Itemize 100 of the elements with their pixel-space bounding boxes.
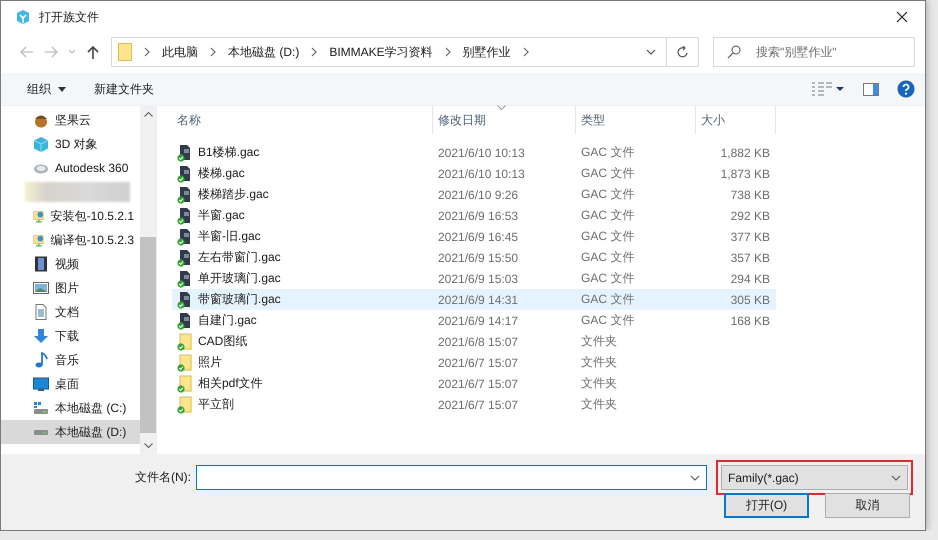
- folder-icon: [177, 374, 193, 392]
- column-header[interactable]: 修改日期: [433, 106, 576, 134]
- nav-item[interactable]: 桌面: [1, 372, 140, 396]
- file-name: 左右带窗门.gac: [198, 249, 281, 266]
- file-name: 半窗-旧.gac: [198, 228, 261, 245]
- nav-item[interactable]: 下载: [1, 324, 140, 348]
- gac-file-icon: [177, 248, 193, 266]
- gac-file-icon: [177, 270, 193, 288]
- modified-date: 2021/6/9 15:50: [437, 250, 520, 264]
- chevron-down-icon: [68, 49, 76, 55]
- file-row[interactable]: 半窗-旧.gac 2021/6/9 16:45 GAC 文件 377 KB: [172, 226, 776, 247]
- nav-item[interactable]: 文档: [1, 300, 140, 324]
- toolbar-button[interactable]: 组织: [17, 76, 76, 102]
- nav-item[interactable]: 本地磁盘 (C:): [1, 396, 140, 420]
- breadcrumb[interactable]: 别墅作业: [462, 44, 511, 60]
- search-field[interactable]: 搜索"别墅作业": [713, 37, 915, 67]
- film-strip-icon: [33, 256, 49, 272]
- file-name: 平立剖: [198, 396, 234, 413]
- nav-item[interactable]: 3D 对象: [1, 132, 140, 156]
- forward-arrow-icon: [44, 46, 58, 58]
- modified-date: 2021/6/9 16:53: [437, 208, 520, 222]
- file-type: 文件夹: [580, 333, 618, 350]
- file-name: 楼梯.gac: [198, 165, 245, 182]
- file-type: 文件夹: [580, 354, 618, 371]
- breadcrumb[interactable]: BIMMAKE学习资料: [329, 44, 433, 60]
- down-arrow-icon: [33, 328, 49, 344]
- file-row[interactable]: 单开玻璃门.gac 2021/6/9 15:03 GAC 文件 294 KB: [172, 268, 776, 289]
- chevron-right-icon: [142, 47, 152, 57]
- view-options-icon[interactable]: [811, 82, 845, 96]
- file-name: 半窗.gac: [198, 207, 245, 224]
- help-icon[interactable]: [897, 80, 915, 98]
- column-header[interactable]: 类型: [576, 106, 696, 134]
- file-name: CAD图纸: [198, 333, 248, 350]
- modified-date: 2021/6/7 15:07: [437, 398, 520, 412]
- file-type: GAC 文件: [580, 249, 636, 266]
- folder-icon: [118, 43, 132, 61]
- gac-file-icon: [177, 206, 193, 224]
- modified-date: 2021/6/7 15:07: [437, 356, 520, 370]
- file-row[interactable]: 带窗玻璃门.gac 2021/6/9 14:31 GAC 文件 305 KB: [172, 289, 776, 310]
- chevron-down-icon: [646, 49, 656, 55]
- back-arrow-icon: [20, 46, 34, 58]
- modified-date: 2021/6/9 15:03: [437, 272, 520, 286]
- nav-item[interactable]: 坚果云: [1, 108, 140, 132]
- file-size: 294 KB: [730, 272, 771, 286]
- file-type-dropdown[interactable]: Family(*.gac): [721, 465, 908, 490]
- modified-date: 2021/6/9 14:17: [437, 314, 520, 328]
- toolbar-button[interactable]: 新建文件夹: [84, 76, 164, 102]
- file-size: 168 KB: [730, 314, 771, 328]
- scrollbar[interactable]: [140, 106, 156, 454]
- file-row[interactable]: 照片 2021/6/7 15:07 文件夹: [172, 352, 776, 373]
- nav-item[interactable]: 视频: [1, 252, 140, 276]
- file-row[interactable]: 楼梯.gac 2021/6/10 10:13 GAC 文件 1,873 KB: [172, 163, 776, 184]
- gac-file-icon: [177, 228, 193, 246]
- file-row[interactable]: 楼梯踏步.gac 2021/6/10 9:26 GAC 文件 738 KB: [172, 184, 776, 205]
- nav-item[interactable]: 图片: [1, 276, 140, 300]
- preview-pane-icon[interactable]: [863, 82, 879, 96]
- filename-input[interactable]: [196, 465, 707, 490]
- file-row[interactable]: CAD图纸 2021/6/8 15:07 文件夹: [172, 331, 776, 352]
- gac-file-icon: [177, 144, 193, 162]
- breadcrumb[interactable]: 此电脑: [162, 44, 198, 60]
- drive-icon: [33, 400, 49, 416]
- picture-icon: [33, 280, 49, 296]
- file-row[interactable]: 平立剖 2021/6/7 15:07 文件夹: [172, 394, 776, 415]
- chevron-right-icon: [520, 47, 531, 57]
- column-header[interactable]: 名称: [172, 106, 433, 134]
- chevron-right-icon: [309, 47, 320, 57]
- close-icon: [896, 11, 908, 23]
- file-type: GAC 文件: [580, 312, 636, 329]
- address-bar[interactable]: 此电脑 本地磁盘 (D:) BIMMAKE学习资料 别墅作业: [111, 37, 699, 67]
- file-name: 楼梯踏步.gac: [198, 186, 269, 203]
- nav-item[interactable]: 本地磁盘 (D:): [1, 420, 140, 444]
- nav-item[interactable]: Autodesk 360: [1, 156, 140, 180]
- dialog-button[interactable]: 打开(O): [724, 493, 809, 518]
- file-row[interactable]: B1楼梯.gac 2021/6/10 10:13 GAC 文件 1,882 KB: [172, 142, 776, 163]
- file-row[interactable]: 左右带窗门.gac 2021/6/9 15:50 GAC 文件 357 KB: [172, 247, 776, 268]
- modified-date: 2021/6/8 15:07: [437, 334, 520, 348]
- modified-date: 2021/6/9 14:31: [437, 292, 520, 306]
- nav-item[interactable]: 音乐: [1, 348, 140, 372]
- gac-file-icon: [177, 164, 193, 182]
- file-type: 文件夹: [580, 375, 618, 392]
- file-row[interactable]: 自建门.gac 2021/6/9 14:17 GAC 文件 168 KB: [172, 310, 776, 331]
- breadcrumb[interactable]: 本地磁盘 (D:): [228, 44, 300, 60]
- file-row[interactable]: 相关pdf文件 2021/6/7 15:07 文件夹: [172, 373, 776, 394]
- nav-item[interactable]: 编译包-10.5.2.3: [1, 228, 140, 252]
- file-type: 文件夹: [580, 396, 618, 413]
- file-row[interactable]: 半窗.gac 2021/6/9 16:53 GAC 文件 292 KB: [172, 205, 776, 226]
- drive-icon: [34, 430, 48, 434]
- file-size: 738 KB: [730, 188, 771, 202]
- chevron-down-icon: [690, 474, 700, 480]
- nav-item[interactable]: 安装包-10.5.2.1: [1, 204, 140, 228]
- scroll-up-icon[interactable]: [144, 112, 152, 117]
- scroll-down-icon[interactable]: [144, 443, 152, 448]
- column-header[interactable]: 大小: [696, 106, 776, 134]
- dialog-button[interactable]: 取消: [825, 493, 910, 518]
- folder-icon: [177, 332, 193, 350]
- monitor-icon: [33, 376, 49, 392]
- folder-icon: [177, 354, 193, 372]
- gac-file-icon: [177, 186, 193, 204]
- gac-file-icon: [177, 312, 193, 330]
- up-arrow-icon: [87, 45, 99, 59]
